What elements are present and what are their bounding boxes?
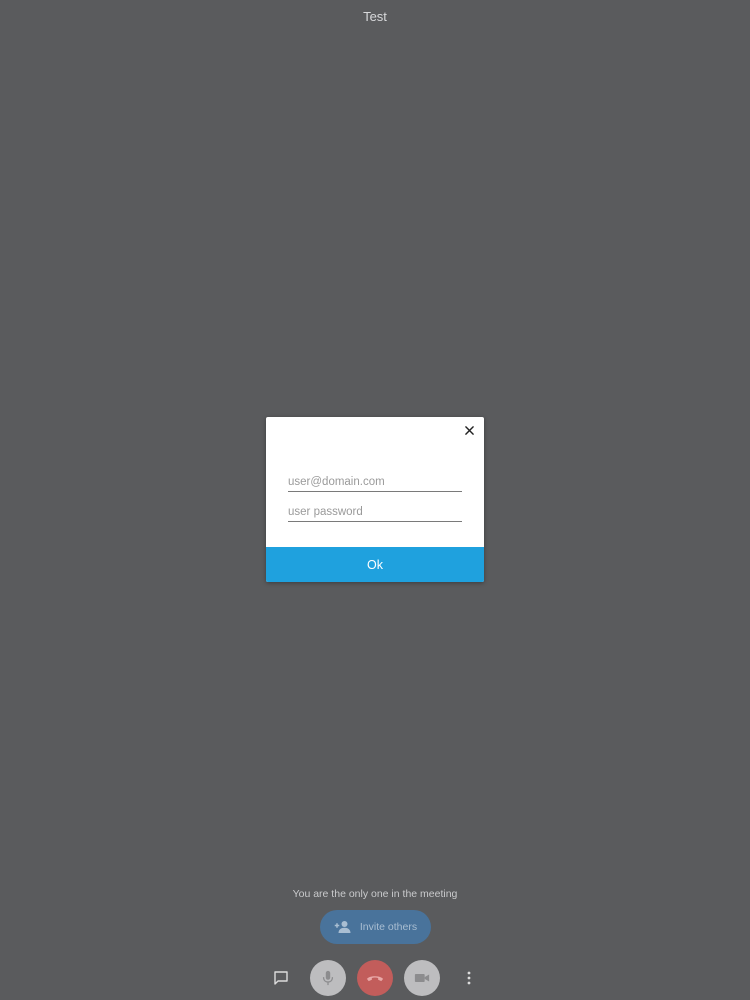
status-message: You are the only one in the meeting	[292, 888, 458, 900]
invite-others-label: Invite others	[359, 921, 418, 933]
more-vertical-icon	[467, 971, 471, 985]
more-options-button[interactable]	[451, 960, 487, 996]
chat-button[interactable]	[263, 960, 299, 996]
email-field[interactable]	[288, 474, 462, 491]
camera-icon	[414, 974, 430, 982]
microphone-button[interactable]	[310, 960, 346, 996]
meeting-title: Test	[363, 9, 387, 24]
microphone-icon	[322, 970, 334, 986]
hangup-icon	[366, 976, 384, 982]
add-person-icon	[334, 921, 351, 933]
email-field-wrapper	[288, 472, 462, 492]
ok-button[interactable]: Ok	[266, 547, 484, 582]
chat-icon	[274, 971, 288, 985]
close-button[interactable]	[462, 423, 476, 437]
camera-button[interactable]	[404, 960, 440, 996]
invite-others-button[interactable]: Invite others	[320, 910, 431, 944]
hangup-button[interactable]	[357, 960, 393, 996]
password-field-wrapper	[288, 502, 462, 522]
close-icon	[464, 425, 474, 435]
login-dialog: Ok	[266, 417, 484, 582]
password-field[interactable]	[288, 504, 462, 521]
